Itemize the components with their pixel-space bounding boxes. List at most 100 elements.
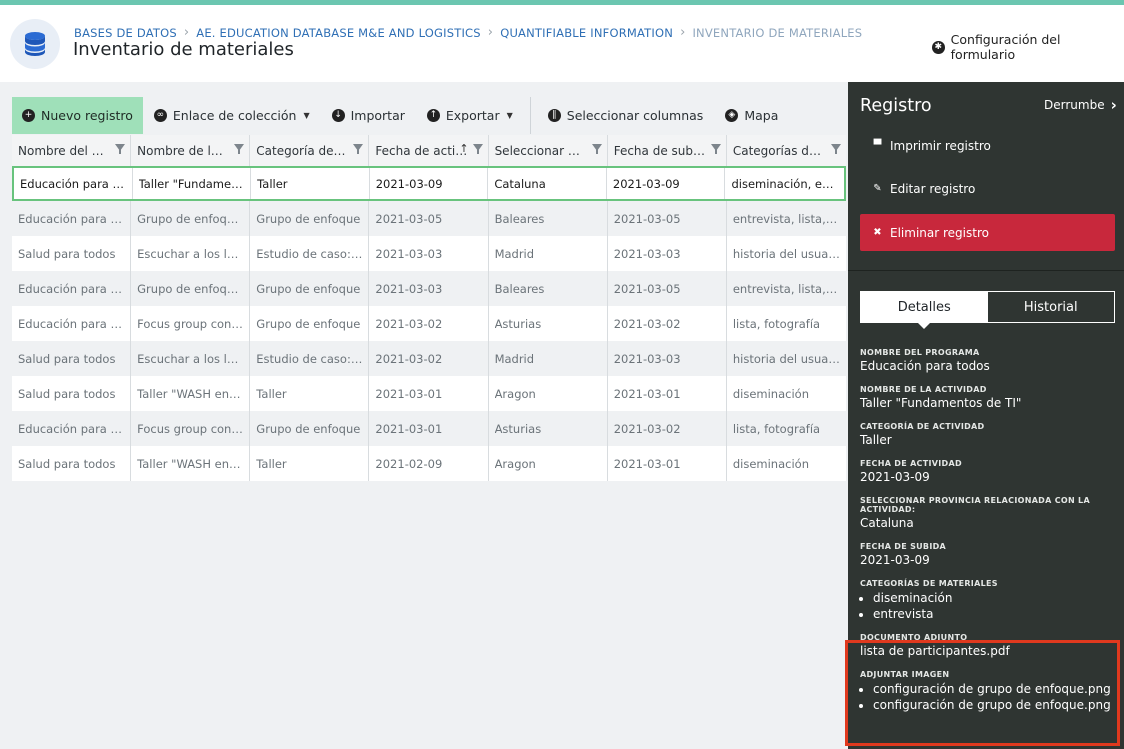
column-header[interactable]: Nombre del pro… bbox=[12, 135, 132, 166]
breadcrumb-databases[interactable]: BASES DE DATOS bbox=[74, 26, 177, 40]
table-row[interactable]: Educación para to… Focus group con … Grupo… bbox=[12, 306, 846, 341]
table-cell[interactable]: 2021-03-02 bbox=[608, 411, 727, 446]
table-cell[interactable]: Baleares bbox=[489, 271, 608, 306]
table-cell[interactable]: Focus group con … bbox=[131, 411, 251, 446]
column-header[interactable]: Categorías de … bbox=[727, 135, 846, 166]
table-cell[interactable]: 2021-03-03 bbox=[369, 236, 489, 271]
table-cell[interactable]: Taller "WASH en l… bbox=[131, 376, 251, 411]
table-cell[interactable]: Focus group con … bbox=[131, 306, 251, 341]
table-cell[interactable]: 2021-03-01 bbox=[369, 376, 489, 411]
collapse-button[interactable]: Derrumbe › bbox=[1044, 96, 1117, 114]
table-cell[interactable]: entrevista, lista, f… bbox=[727, 201, 846, 236]
table-cell[interactable]: Cataluna bbox=[488, 168, 607, 199]
table-cell[interactable]: Grupo de enfoque bbox=[250, 271, 370, 306]
table-row-selected[interactable]: Educación para t… Taller "Fundame… Taller 2… bbox=[12, 166, 846, 201]
table-cell[interactable]: Grupo de enfoque bbox=[250, 201, 370, 236]
filter-icon[interactable] bbox=[830, 144, 841, 154]
column-header[interactable]: Categoría de ac… bbox=[250, 135, 370, 166]
table-row[interactable]: Salud para todos Escuchar a los lug… Estud… bbox=[12, 236, 846, 271]
table-cell[interactable]: Asturias bbox=[489, 411, 608, 446]
table-row[interactable]: Educación para to… Grupo de enfoque… Grupo… bbox=[12, 201, 846, 236]
table-cell[interactable]: Estudio de caso: … bbox=[250, 341, 370, 376]
table-cell[interactable]: 2021-03-02 bbox=[369, 341, 489, 376]
table-row[interactable]: Salud para todos Escuchar a los lug… Estud… bbox=[12, 341, 846, 376]
table-row[interactable]: Educación para to… Grupo de enfoque… Grupo… bbox=[12, 271, 846, 306]
table-cell[interactable]: Taller "WASH en l… bbox=[131, 446, 251, 481]
table-cell[interactable]: Educación para t… bbox=[14, 168, 133, 199]
sort-ascending-icon[interactable]: ↑ bbox=[459, 142, 468, 155]
table-cell[interactable]: diseminación, en… bbox=[725, 168, 844, 199]
table-cell[interactable]: Escuchar a los lug… bbox=[131, 341, 251, 376]
breadcrumb-database[interactable]: AE. EDUCATION DATABASE M&E AND LOGISTICS bbox=[196, 26, 481, 40]
table-cell[interactable]: Grupo de enfoque bbox=[250, 411, 370, 446]
column-header[interactable]: Seleccionar pro… bbox=[489, 135, 608, 166]
table-cell[interactable]: Salud para todos bbox=[12, 376, 132, 411]
filter-icon[interactable] bbox=[472, 144, 483, 154]
table-cell[interactable]: 2021-03-09 bbox=[607, 168, 726, 199]
table-cell[interactable]: Estudio de caso: … bbox=[250, 236, 370, 271]
table-cell[interactable]: Salud para todos bbox=[12, 341, 132, 376]
column-header[interactable]: Fecha de acti… ↑ bbox=[369, 135, 489, 166]
table-cell[interactable]: 2021-03-01 bbox=[369, 411, 489, 446]
delete-record-button[interactable]: ✖ Eliminar registro bbox=[860, 214, 1115, 251]
table-cell[interactable]: entrevista, lista, f… bbox=[727, 271, 846, 306]
filter-icon[interactable] bbox=[234, 144, 245, 154]
column-header[interactable]: Nombre de la a… bbox=[131, 135, 251, 166]
table-cell[interactable]: Taller bbox=[250, 376, 370, 411]
table-cell[interactable]: Salud para todos bbox=[12, 236, 132, 271]
table-cell[interactable]: Grupo de enfoque… bbox=[131, 201, 251, 236]
table-cell[interactable]: 2021-03-05 bbox=[608, 201, 727, 236]
table-cell[interactable]: historia del usuario bbox=[727, 341, 846, 376]
table-cell[interactable]: 2021-03-02 bbox=[369, 306, 489, 341]
table-cell[interactable]: 2021-03-05 bbox=[369, 201, 489, 236]
table-cell[interactable]: Madrid bbox=[489, 341, 608, 376]
table-cell[interactable]: 2021-03-03 bbox=[608, 236, 727, 271]
table-cell[interactable]: 2021-03-02 bbox=[608, 306, 727, 341]
table-cell[interactable]: Salud para todos bbox=[12, 446, 132, 481]
table-cell[interactable]: historia del usuario bbox=[727, 236, 846, 271]
edit-record-button[interactable]: ✎ Editar registro bbox=[860, 170, 1115, 207]
print-record-button[interactable]: ▀ Imprimir registro bbox=[860, 127, 1115, 164]
table-cell[interactable]: Aragon bbox=[489, 446, 608, 481]
new-record-button[interactable]: + Nuevo registro bbox=[12, 97, 143, 134]
table-cell[interactable]: diseminación bbox=[727, 446, 846, 481]
table-cell[interactable]: Escuchar a los lug… bbox=[131, 236, 251, 271]
table-cell[interactable]: Taller bbox=[250, 446, 370, 481]
table-cell[interactable]: 2021-02-09 bbox=[369, 446, 489, 481]
table-cell[interactable]: 2021-03-01 bbox=[608, 376, 727, 411]
import-button[interactable]: ↓ Importar bbox=[321, 97, 416, 134]
table-cell[interactable]: Educación para to… bbox=[12, 201, 132, 236]
select-columns-button[interactable]: ∥ Seleccionar columnas bbox=[537, 97, 715, 134]
table-cell[interactable]: Educación para to… bbox=[12, 411, 132, 446]
table-cell[interactable]: Aragon bbox=[489, 376, 608, 411]
table-cell[interactable]: lista, fotografía bbox=[727, 306, 846, 341]
table-cell[interactable]: diseminación bbox=[727, 376, 846, 411]
filter-icon[interactable] bbox=[115, 144, 126, 154]
breadcrumb-folder[interactable]: QUANTIFIABLE INFORMATION bbox=[500, 26, 673, 40]
filter-icon[interactable] bbox=[353, 144, 364, 154]
tab-history[interactable]: Historial bbox=[988, 292, 1115, 322]
table-cell[interactable]: Educación para to… bbox=[12, 306, 132, 341]
table-row[interactable]: Salud para todos Taller "WASH en l… Taller… bbox=[12, 376, 846, 411]
table-cell[interactable]: Taller "Fundame… bbox=[133, 168, 252, 199]
table-row[interactable]: Salud para todos Taller "WASH en l… Taller… bbox=[12, 446, 846, 481]
table-cell[interactable]: 2021-03-03 bbox=[608, 341, 727, 376]
filter-icon[interactable] bbox=[591, 144, 602, 154]
table-cell[interactable]: 2021-03-09 bbox=[370, 168, 489, 199]
table-cell[interactable]: Madrid bbox=[489, 236, 608, 271]
table-row[interactable]: Educación para to… Focus group con … Grupo… bbox=[12, 411, 846, 446]
map-button[interactable]: ◈ Mapa bbox=[714, 97, 789, 134]
table-cell[interactable]: lista, fotografía bbox=[727, 411, 846, 446]
table-cell[interactable]: Taller bbox=[251, 168, 370, 199]
tab-details[interactable]: Detalles bbox=[861, 292, 988, 329]
collection-link-button[interactable]: ∞ Enlace de colección ▼ bbox=[143, 97, 321, 134]
table-cell[interactable]: Grupo de enfoque bbox=[250, 306, 370, 341]
filter-icon[interactable] bbox=[710, 144, 721, 154]
table-cell[interactable]: 2021-03-03 bbox=[369, 271, 489, 306]
table-cell[interactable]: Educación para to… bbox=[12, 271, 132, 306]
table-cell[interactable]: Grupo de enfoque… bbox=[131, 271, 251, 306]
table-cell[interactable]: 2021-03-01 bbox=[608, 446, 727, 481]
export-button[interactable]: ↑ Exportar ▼ bbox=[416, 97, 524, 134]
table-cell[interactable]: Asturias bbox=[489, 306, 608, 341]
column-header[interactable]: Fecha de subida bbox=[608, 135, 727, 166]
